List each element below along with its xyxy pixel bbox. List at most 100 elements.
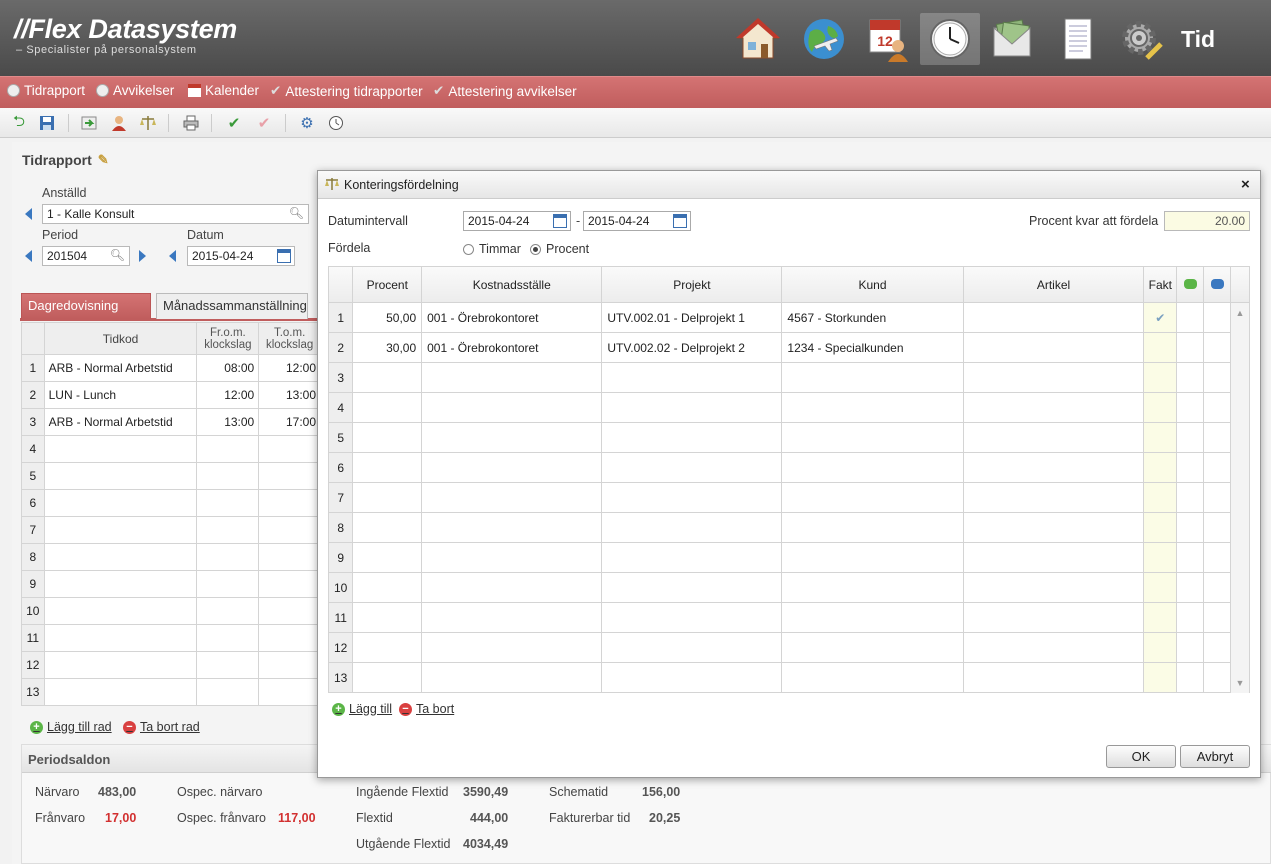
cell-fakt[interactable] <box>1143 542 1178 573</box>
scrollbar-track[interactable] <box>1230 632 1250 663</box>
approve-pink-icon[interactable]: ✔ <box>255 114 273 132</box>
cell-pct[interactable] <box>352 512 423 543</box>
cell-comment-blue[interactable] <box>1203 572 1232 603</box>
cell-proj[interactable] <box>601 602 783 633</box>
table-row[interactable]: 11 <box>327 602 1250 633</box>
cell-to[interactable] <box>258 516 321 544</box>
nav-tidrapport[interactable]: Tidrapport <box>7 83 85 98</box>
globe-travel-icon[interactable] <box>796 13 852 65</box>
table-row[interactable]: 10 <box>21 597 321 625</box>
calendar-icon[interactable] <box>277 249 291 263</box>
cell-code[interactable] <box>43 570 198 598</box>
nav-avvikelser[interactable]: Avvikelser <box>96 83 174 98</box>
cell-code[interactable] <box>43 489 198 517</box>
cell-proj[interactable] <box>601 422 783 453</box>
cell-proj[interactable]: UTV.002.01 - Delprojekt 1 <box>601 302 783 333</box>
cell-proj[interactable] <box>601 572 783 603</box>
cell-proj[interactable] <box>601 362 783 393</box>
cell-cost[interactable] <box>421 632 603 663</box>
cell-code[interactable]: ARB - Normal Arbetstid <box>43 408 198 436</box>
period-field[interactable]: 201504 🔍︎ <box>42 246 130 266</box>
gear-pencil-icon[interactable] <box>1113 13 1169 65</box>
cell-cust[interactable]: 1234 - Specialkunden <box>781 332 964 363</box>
cell-comment-blue[interactable] <box>1203 332 1232 363</box>
approve-icon[interactable]: ✔ <box>225 114 243 132</box>
table-row[interactable]: 2 30,00 001 - Örebrokontoret UTV.002.02 - D… <box>327 332 1250 363</box>
cell-to[interactable] <box>258 462 321 490</box>
save-icon[interactable] <box>38 114 56 132</box>
home-icon[interactable] <box>730 13 786 65</box>
search-icon[interactable]: 🔍︎ <box>289 206 304 220</box>
cell-code[interactable] <box>43 678 198 706</box>
cell-comment-blue[interactable] <box>1203 392 1232 423</box>
cell-art[interactable] <box>962 512 1145 543</box>
scrollbar-track[interactable] <box>1230 602 1250 633</box>
cell-from[interactable] <box>196 570 260 598</box>
cell-comment-green[interactable] <box>1176 302 1205 333</box>
scrollbar-track[interactable] <box>1230 392 1250 423</box>
table-row[interactable]: 6 <box>327 452 1250 483</box>
date-from-field[interactable]: 2015-04-24 <box>463 211 571 231</box>
table-row[interactable]: 12 <box>21 651 321 679</box>
cell-from[interactable]: 08:00 <box>196 354 260 382</box>
calendar-icon[interactable] <box>673 214 687 228</box>
cell-cust[interactable] <box>781 452 964 483</box>
tab-manadssammanstallning[interactable]: Månadssammanställning <box>156 293 308 319</box>
table-row[interactable]: 7 <box>21 516 321 544</box>
cell-to[interactable] <box>258 597 321 625</box>
cell-proj[interactable] <box>601 482 783 513</box>
scrollbar-track[interactable]: ▲ <box>1230 302 1250 333</box>
table-row[interactable]: 9 <box>21 570 321 598</box>
table-row[interactable]: 3 ARB - Normal Arbetstid 13:00 17:00 <box>21 408 321 436</box>
cell-cost[interactable] <box>421 512 603 543</box>
cell-comment-green[interactable] <box>1176 392 1205 423</box>
undo-icon[interactable]: ⮌ <box>10 113 28 132</box>
cell-fakt[interactable] <box>1143 452 1178 483</box>
cell-art[interactable] <box>962 452 1145 483</box>
cell-cust[interactable] <box>781 422 964 453</box>
cell-from[interactable]: 12:00 <box>196 381 260 409</box>
cell-art[interactable] <box>962 362 1145 393</box>
scrollbar-track[interactable] <box>1230 542 1250 573</box>
cell-proj[interactable] <box>601 512 783 543</box>
table-row[interactable]: 4 <box>21 435 321 463</box>
table-row[interactable]: 11 <box>21 624 321 652</box>
table-row[interactable]: 13 <box>21 678 321 706</box>
employee-field[interactable]: 1 - Kalle Konsult 🔍︎ <box>42 204 309 224</box>
cell-art[interactable] <box>962 572 1145 603</box>
cell-from[interactable] <box>196 543 260 571</box>
option-hours[interactable]: Timmar <box>463 242 521 256</box>
cell-cost[interactable] <box>421 482 603 513</box>
prev-period-icon[interactable] <box>25 250 32 262</box>
cell-art[interactable] <box>962 632 1145 663</box>
cell-cost[interactable] <box>421 452 603 483</box>
cell-to[interactable] <box>258 435 321 463</box>
cell-to[interactable] <box>258 489 321 517</box>
cell-code[interactable] <box>43 597 198 625</box>
cell-to[interactable] <box>258 678 321 706</box>
cell-comment-green[interactable] <box>1176 542 1205 573</box>
nav-kalender[interactable]: Kalender <box>188 83 259 98</box>
table-row[interactable]: 10 <box>327 572 1250 603</box>
pencil-icon[interactable]: ✎ <box>98 152 109 168</box>
calendar-icon[interactable] <box>553 214 567 228</box>
cell-from[interactable] <box>196 516 260 544</box>
cell-cost[interactable] <box>421 362 603 393</box>
table-row[interactable]: 8 <box>21 543 321 571</box>
calendar-person-icon[interactable]: 12 <box>858 13 914 65</box>
scrollbar-track[interactable]: ▼ <box>1230 662 1250 693</box>
cell-from[interactable] <box>196 678 260 706</box>
cell-fakt[interactable] <box>1143 422 1178 453</box>
cell-comment-green[interactable] <box>1176 362 1205 393</box>
cell-comment-blue[interactable] <box>1203 602 1232 633</box>
cell-to[interactable] <box>258 570 321 598</box>
cell-cust[interactable] <box>781 602 964 633</box>
add-link[interactable]: + Lägg till <box>332 702 392 716</box>
cell-cust[interactable] <box>781 542 964 573</box>
document-icon[interactable] <box>1049 13 1105 65</box>
cell-art[interactable] <box>962 602 1145 633</box>
scrollbar-track[interactable] <box>1230 422 1250 453</box>
cell-cost[interactable] <box>421 392 603 423</box>
cell-to[interactable] <box>258 624 321 652</box>
cell-to[interactable]: 17:00 <box>258 408 321 436</box>
